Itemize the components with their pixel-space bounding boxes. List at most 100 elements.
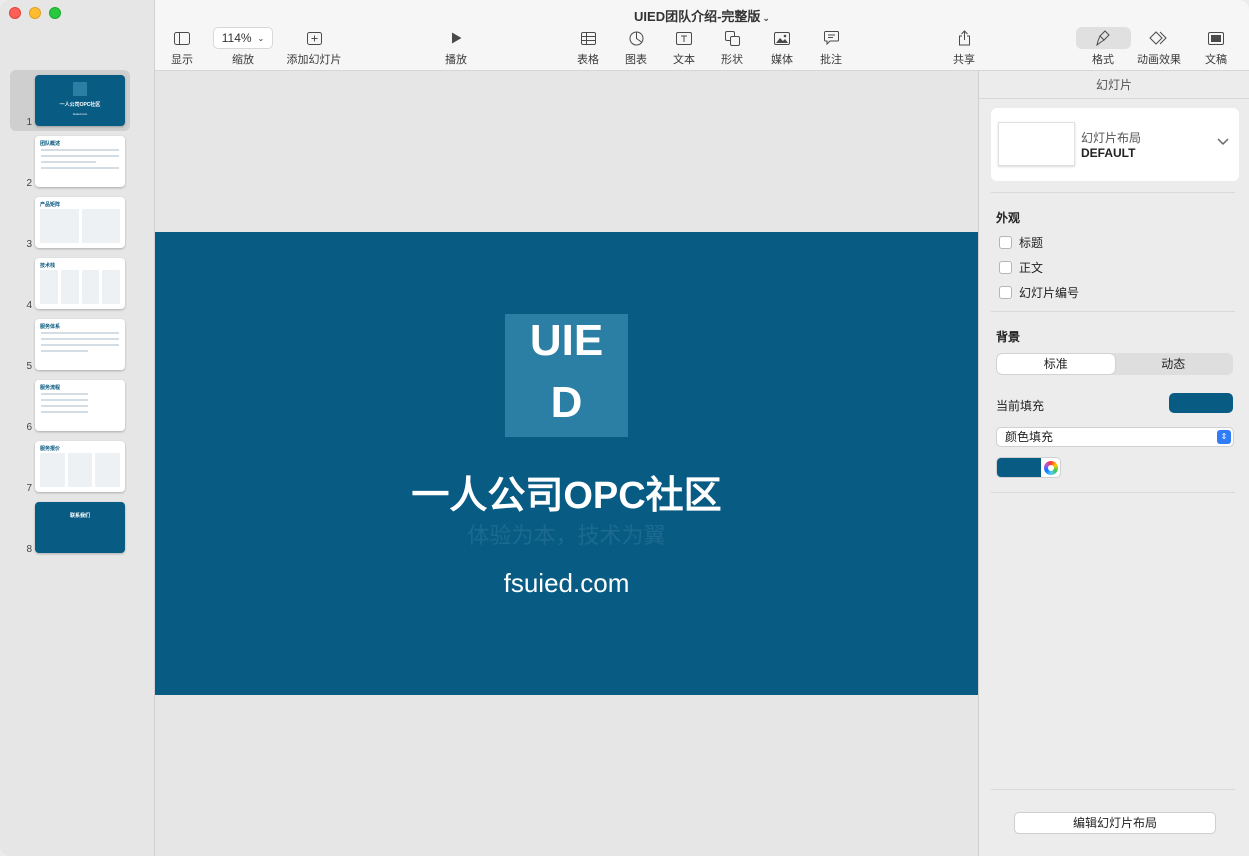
slide-thumbnail-row[interactable]: 4 技术栈 — [0, 253, 155, 314]
slide-number: 6 — [26, 422, 32, 433]
logo-text-line2: D — [550, 378, 583, 427]
thumb-logo-box — [73, 82, 87, 96]
zoom-select[interactable]: 114% ⌄ — [213, 27, 273, 49]
document-icon — [1186, 28, 1246, 48]
current-fill-swatch[interactable] — [1169, 393, 1233, 413]
slide-number: 5 — [26, 361, 32, 372]
edit-slide-layout-button[interactable]: 编辑幻灯片布局 — [1014, 812, 1216, 834]
slide-thumbnail[interactable]: 产品矩阵 — [35, 197, 125, 248]
current-fill-label: 当前填充 — [996, 399, 1045, 413]
slide-thumbnail-row[interactable]: 5 服务体系 — [0, 314, 155, 375]
slide-number: 8 — [26, 544, 32, 555]
slide-thumbnail[interactable]: 技术栈 — [35, 258, 125, 309]
slide-layout-picker[interactable]: 幻灯片布局 DEFAULT — [991, 108, 1239, 181]
thumb-url: fsuied.com — [72, 112, 88, 116]
checkbox[interactable] — [999, 286, 1012, 299]
document-button[interactable]: 文稿 — [1186, 28, 1246, 67]
zoom-window-button[interactable] — [49, 7, 61, 19]
slide-thumbnail-row[interactable]: 1 一人公司OPC社区 fsuied.com — [0, 70, 155, 131]
thumb-title: 服务报价 — [40, 446, 61, 452]
thumb-title: 一人公司OPC社区 — [59, 102, 101, 108]
checkbox-label: 标题 — [1019, 236, 1044, 250]
slide-title[interactable]: 一人公司OPC社区 — [155, 464, 978, 519]
layout-label: 幻灯片布局 — [1081, 131, 1142, 145]
toolbar: UIED团队介绍-完整版 ⌄ 显示 114% ⌄ 缩放 添加幻灯片 播放 表格 … — [155, 0, 1249, 71]
comment-button[interactable]: 批注 — [801, 28, 861, 67]
format-label: 格式 — [1092, 54, 1114, 66]
animate-label: 动画效果 — [1137, 54, 1181, 66]
close-window-button[interactable] — [9, 7, 21, 19]
title-checkbox[interactable]: 标题 — [999, 234, 1043, 251]
layout-preview — [998, 122, 1075, 166]
checkbox[interactable] — [999, 236, 1012, 249]
zoom-control[interactable]: 114% ⌄ 缩放 — [213, 27, 273, 67]
current-slide[interactable]: UIE D 一人公司OPC社区 体验为本，技术为翼 fsuied.com — [155, 232, 978, 695]
document-title[interactable]: UIED团队介绍-完整版 ⌄ — [155, 6, 1249, 25]
add-slide-icon — [284, 28, 344, 48]
thumb-content — [41, 332, 119, 356]
slide-thumbnail-row[interactable]: 2 团队概述 — [0, 131, 155, 192]
logo-text-line1: UIE — [529, 316, 604, 365]
paintbrush-icon — [1075, 27, 1131, 49]
checkbox[interactable] — [999, 261, 1012, 274]
thumb-content — [41, 149, 119, 173]
background-title: 背景 — [996, 330, 1021, 344]
slide-subtitle[interactable]: 体验为本，技术为翼 — [155, 518, 978, 550]
comment-icon — [801, 28, 861, 48]
slide-number-checkbox[interactable]: 幻灯片编号 — [999, 284, 1079, 301]
slide-thumbnail[interactable]: 联系我们 — [35, 502, 125, 553]
chevron-down-icon — [1217, 133, 1229, 149]
segment-dynamic[interactable]: 动态 — [1115, 354, 1233, 374]
divider — [991, 311, 1235, 312]
thumb-title: 产品矩阵 — [40, 202, 61, 208]
slide-url[interactable]: fsuied.com — [155, 568, 978, 599]
zoom-label: 缩放 — [232, 54, 254, 66]
logo-box[interactable]: UIE D — [505, 314, 628, 437]
comment-label: 批注 — [820, 54, 842, 66]
body-checkbox[interactable]: 正文 — [999, 259, 1043, 276]
play-icon — [426, 28, 486, 48]
segment-standard[interactable]: 标准 — [997, 354, 1115, 374]
animate-button[interactable]: 动画效果 — [1129, 28, 1189, 67]
play-button[interactable]: 播放 — [426, 28, 486, 67]
add-slide-button[interactable]: 添加幻灯片 — [284, 28, 344, 67]
slide-thumbnail-row[interactable]: 3 产品矩阵 — [0, 192, 155, 253]
slide-thumbnail[interactable]: 服务体系 — [35, 319, 125, 370]
slide-thumbnail[interactable]: 一人公司OPC社区 fsuied.com — [35, 75, 125, 126]
chevron-down-icon: ⌄ — [257, 33, 265, 43]
fill-type-select[interactable]: 颜色填充 ⇕ — [996, 427, 1234, 447]
thumb-title: 技术栈 — [40, 263, 56, 269]
slide-thumbnail-row[interactable]: 6 服务流程 — [0, 375, 155, 436]
thumb-title: 团队概述 — [40, 141, 61, 147]
color-swatch[interactable] — [997, 458, 1041, 477]
share-icon — [934, 28, 994, 48]
checkbox-label: 正文 — [1019, 261, 1044, 275]
share-button[interactable]: 共享 — [934, 28, 994, 67]
thumb-content — [40, 453, 121, 487]
sidebar-icon — [152, 28, 212, 48]
format-button[interactable]: 格式 — [1073, 27, 1133, 67]
share-label: 共享 — [953, 54, 975, 66]
color-well[interactable] — [996, 457, 1061, 478]
thumb-title: 服务体系 — [40, 324, 61, 330]
slide-thumbnail[interactable]: 服务流程 — [35, 380, 125, 431]
slide-number: 1 — [26, 117, 32, 128]
slide-number: 2 — [26, 178, 32, 189]
slide-canvas: UIE D 一人公司OPC社区 体验为本，技术为翼 fsuied.com — [155, 71, 978, 856]
thumb-content — [40, 270, 120, 304]
slide-thumbnail[interactable]: 团队概述 — [35, 136, 125, 187]
view-button[interactable]: 显示 — [152, 28, 212, 67]
minimize-window-button[interactable] — [29, 7, 41, 19]
slide-thumbnail-row[interactable]: 8 联系我们 — [0, 497, 155, 558]
checkbox-label: 幻灯片编号 — [1019, 286, 1080, 300]
divider — [991, 492, 1235, 493]
color-wheel-icon[interactable] — [1044, 461, 1058, 475]
slide-thumbnail[interactable]: 服务报价 — [35, 441, 125, 492]
slide-thumbnail-list: 1 一人公司OPC社区 fsuied.com 2 团队概述 3 产品矩阵 4 技… — [0, 70, 155, 558]
add-slide-label: 添加幻灯片 — [286, 54, 342, 66]
slide-thumbnail-row[interactable]: 7 服务报价 — [0, 436, 155, 497]
chevron-down-icon: ⌄ — [762, 13, 770, 23]
popup-arrows-icon: ⇕ — [1217, 430, 1231, 444]
view-label: 显示 — [171, 54, 193, 66]
thumb-title: 服务流程 — [40, 385, 61, 391]
